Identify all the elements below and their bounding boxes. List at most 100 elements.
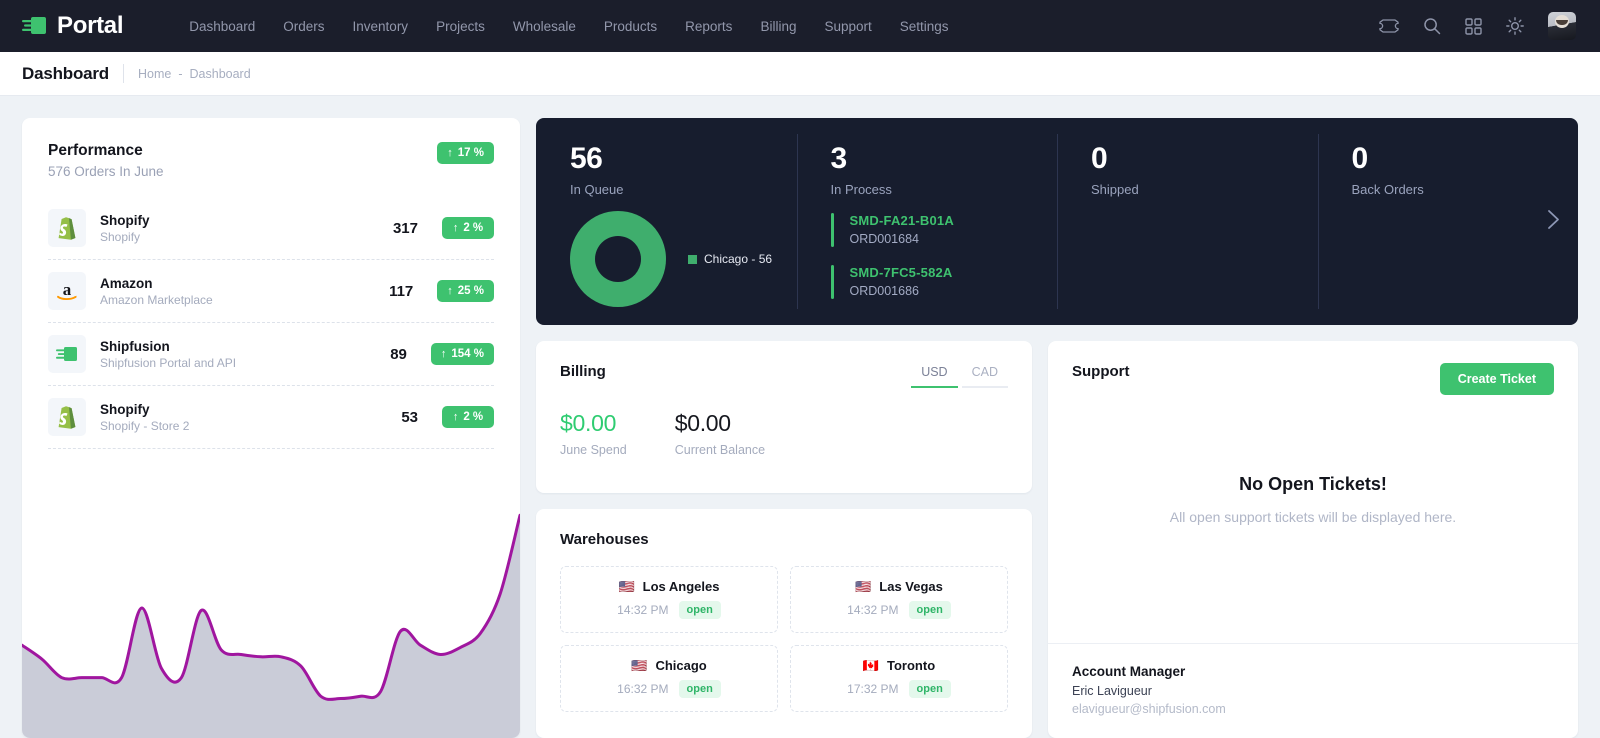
performance-header: Performance 576 Orders In June ↑ 17 % bbox=[22, 118, 520, 179]
warehouse-time: 16:32 PM bbox=[617, 682, 669, 696]
tab-usd[interactable]: USD bbox=[911, 363, 958, 388]
warehouses-grid: 🇺🇸 Los Angeles 14:32 PM open 🇺🇸 Las Vega… bbox=[536, 548, 1032, 712]
nav-links: Dashboard Orders Inventory Projects Whol… bbox=[175, 13, 1379, 40]
list-item[interactable]: Shopify Shopify 317 ↑ 2 % bbox=[48, 197, 494, 260]
order-stats-panel: 56 In Queue Chicago - 56 3 In Process SM… bbox=[536, 118, 1578, 325]
list-item[interactable]: Shopify Shopify - Store 2 53 ↑ 2 % bbox=[48, 386, 494, 449]
order-accent-bar bbox=[830, 213, 834, 247]
performance-sparkline-chart bbox=[22, 506, 520, 738]
ticket-icon[interactable] bbox=[1379, 19, 1399, 33]
warehouse-card-chicago[interactable]: 🇺🇸 Chicago 16:32 PM open bbox=[560, 645, 778, 712]
performance-change-value: 17 % bbox=[457, 147, 484, 159]
order-reference: ORD001684 bbox=[849, 232, 920, 246]
arrow-up-icon: ↑ bbox=[447, 146, 453, 159]
stat-back-orders: 0 Back Orders bbox=[1317, 118, 1579, 325]
top-navigation-bar: Portal Dashboard Orders Inventory Projec… bbox=[0, 0, 1600, 52]
nav-link-wholesale[interactable]: Wholesale bbox=[499, 13, 590, 40]
list-item-badge-value: 154 % bbox=[451, 348, 484, 360]
avatar[interactable] bbox=[1548, 12, 1576, 40]
performance-subtitle: 576 Orders In June bbox=[48, 164, 164, 179]
arrow-up-icon: ↑ bbox=[452, 410, 459, 423]
billing-amounts: $0.00 June Spend $0.00 Current Balance bbox=[536, 388, 1032, 457]
warehouse-meta: 14:32 PM open bbox=[791, 601, 1007, 619]
billing-title: Billing bbox=[560, 363, 606, 380]
stat-value: 56 bbox=[570, 142, 603, 175]
nav-link-support[interactable]: Support bbox=[810, 13, 885, 40]
breadcrumb-home[interactable]: Home bbox=[138, 67, 171, 81]
warehouse-card-toronto[interactable]: 🇨🇦 Toronto 17:32 PM open bbox=[790, 645, 1008, 712]
account-manager-title: Account Manager bbox=[1072, 664, 1186, 679]
queue-donut-chart: Chicago - 56 bbox=[570, 211, 797, 307]
nav-link-settings[interactable]: Settings bbox=[886, 13, 963, 40]
warehouse-name-row: 🇺🇸 Los Angeles bbox=[561, 579, 777, 594]
nav-link-billing[interactable]: Billing bbox=[746, 13, 810, 40]
arrow-up-icon: ↑ bbox=[440, 347, 447, 360]
list-item-name: Shopify bbox=[100, 401, 150, 417]
arrow-up-icon: ↑ bbox=[452, 221, 459, 234]
warehouse-time: 14:32 PM bbox=[617, 603, 669, 617]
chevron-right-icon[interactable] bbox=[1547, 209, 1560, 234]
shopify-icon bbox=[48, 398, 86, 436]
support-title: Support bbox=[1072, 363, 1130, 380]
tab-cad[interactable]: CAD bbox=[961, 363, 1008, 388]
currency-tabs: USD CAD bbox=[911, 363, 1008, 388]
list-item[interactable]: SMD-7FC5-582A ORD001686 bbox=[830, 265, 1058, 299]
donut-ring bbox=[570, 211, 666, 307]
current-balance-value: $0.00 bbox=[674, 410, 731, 436]
current-balance-label: Current Balance bbox=[674, 443, 766, 457]
support-header: Support Create Ticket bbox=[1048, 341, 1578, 395]
account-manager-section: Account Manager Eric Lavigueur elavigueu… bbox=[1048, 643, 1578, 738]
list-item-desc: Shopify bbox=[100, 229, 141, 244]
nav-link-dashboard[interactable]: Dashboard bbox=[175, 13, 269, 40]
list-item[interactable]: Shipfusion Shipfusion Portal and API 89 … bbox=[48, 323, 494, 386]
order-code: SMD-7FC5-582A bbox=[849, 265, 953, 280]
create-ticket-button[interactable]: Create Ticket bbox=[1439, 363, 1554, 395]
support-empty-state: No Open Tickets! All open support ticket… bbox=[1048, 395, 1578, 643]
warehouses-header: Warehouses bbox=[536, 509, 1032, 548]
stat-in-queue: 56 In Queue Chicago - 56 bbox=[536, 118, 797, 325]
list-item[interactable]: SMD-FA21-B01A ORD001684 bbox=[830, 213, 1058, 247]
warehouse-time: 14:32 PM bbox=[847, 603, 899, 617]
stat-in-process: 3 In Process SMD-FA21-B01A ORD001684 SMD… bbox=[796, 118, 1058, 325]
in-process-order-list: SMD-FA21-B01A ORD001684 SMD-7FC5-582A OR… bbox=[830, 213, 1058, 299]
shipfusion-icon bbox=[48, 335, 86, 373]
list-item-badge-value: 25 % bbox=[457, 285, 484, 297]
breadcrumb-dashboard[interactable]: Dashboard bbox=[190, 67, 251, 81]
warehouse-meta: 17:32 PM open bbox=[791, 680, 1007, 698]
empty-state-title: No Open Tickets! bbox=[1239, 473, 1387, 494]
flag-icon-us: 🇺🇸 bbox=[618, 579, 635, 594]
brand-logo[interactable]: Portal bbox=[22, 12, 124, 40]
stat-shipped: 0 Shipped bbox=[1057, 118, 1318, 325]
right-column: 56 In Queue Chicago - 56 3 In Process SM… bbox=[536, 118, 1578, 738]
list-item-desc: Amazon Marketplace bbox=[100, 292, 213, 307]
breadcrumb-bar: Dashboard Home - Dashboard bbox=[0, 52, 1600, 96]
order-accent-bar bbox=[830, 265, 834, 299]
warehouse-card-los-angeles[interactable]: 🇺🇸 Los Angeles 14:32 PM open bbox=[560, 566, 778, 633]
breadcrumb: Home - Dashboard bbox=[138, 67, 251, 81]
nav-link-orders[interactable]: Orders bbox=[269, 13, 338, 40]
list-item-desc: Shopify - Store 2 bbox=[100, 418, 190, 433]
nav-link-products[interactable]: Products bbox=[590, 13, 671, 40]
stat-label: In Queue bbox=[570, 182, 624, 197]
nav-link-projects[interactable]: Projects bbox=[422, 13, 499, 40]
warehouse-card-las-vegas[interactable]: 🇺🇸 Las Vegas 14:32 PM open bbox=[790, 566, 1008, 633]
performance-card: Performance 576 Orders In June ↑ 17 % Sh… bbox=[22, 118, 520, 738]
performance-change-badge: ↑ 17 % bbox=[437, 142, 494, 164]
list-item-value: 317 bbox=[392, 219, 418, 237]
support-card: Support Create Ticket No Open Tickets! A… bbox=[1048, 341, 1578, 738]
flag-icon-us: 🇺🇸 bbox=[631, 658, 648, 673]
nav-link-inventory[interactable]: Inventory bbox=[339, 13, 423, 40]
search-icon[interactable] bbox=[1423, 17, 1441, 35]
stat-label: In Process bbox=[830, 182, 892, 197]
stat-value: 3 bbox=[830, 142, 848, 175]
warehouses-title: Warehouses bbox=[560, 531, 649, 548]
sun-theme-icon[interactable] bbox=[1506, 17, 1524, 35]
stat-label: Back Orders bbox=[1351, 182, 1424, 197]
list-item[interactable]: a Amazon Amazon Marketplace 117 ↑ 25 % bbox=[48, 260, 494, 323]
breadcrumb-separator: - bbox=[178, 66, 183, 81]
account-manager-email[interactable]: elavigueur@shipfusion.com bbox=[1072, 702, 1554, 716]
apps-grid-icon[interactable] bbox=[1465, 17, 1482, 35]
nav-link-reports[interactable]: Reports bbox=[671, 13, 746, 40]
june-spend-value: $0.00 bbox=[560, 410, 617, 436]
billing-card: Billing USD CAD $0.00 June Spend $0.00 C… bbox=[536, 341, 1032, 493]
